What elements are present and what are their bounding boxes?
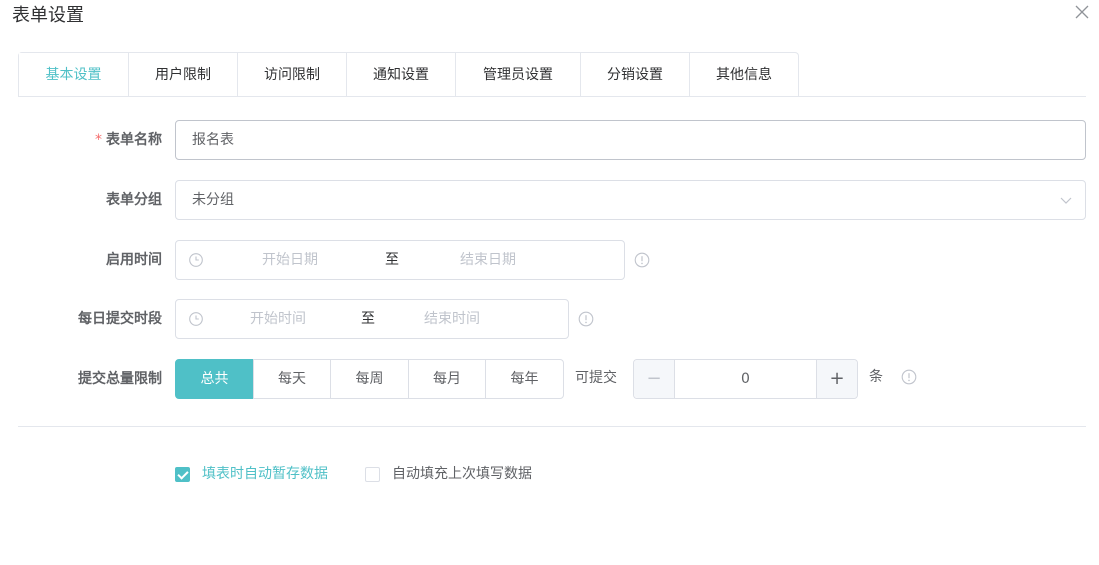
increment-button[interactable]: +: [816, 360, 857, 398]
tab-other-info[interactable]: 其他信息: [689, 53, 798, 97]
tab-basic-settings[interactable]: 基本设置: [19, 53, 128, 98]
form-name-label: * 表单名称: [12, 120, 162, 160]
info-icon[interactable]: [578, 311, 594, 327]
tabs-divider: [18, 96, 1086, 97]
submit-limit-label: 提交总量限制: [78, 371, 162, 387]
tab-access-limits[interactable]: 访问限制: [237, 53, 346, 97]
autofill-label: 自动填充上次填写数据: [392, 466, 532, 482]
end-time-input[interactable]: 结束时间: [424, 300, 480, 338]
dialog-title: 表单设置: [12, 5, 84, 26]
settings-tabs: 基本设置 用户限制 访问限制 通知设置 管理员设置 分销设置 其他信息: [18, 52, 799, 98]
chevron-down-icon: [1060, 197, 1072, 204]
required-mark: *: [95, 132, 102, 148]
daily-time-range-picker[interactable]: 开始时间 至 结束时间: [175, 299, 569, 339]
range-separator: 至: [385, 252, 399, 268]
info-icon[interactable]: [634, 252, 650, 268]
end-date-input[interactable]: 结束日期: [460, 241, 516, 279]
autofill-checkbox[interactable]: 自动填充上次填写数据: [365, 465, 532, 483]
checkbox-unchecked[interactable]: [365, 466, 380, 482]
start-date-input[interactable]: 开始日期: [262, 241, 318, 279]
section-divider: [18, 426, 1086, 427]
clock-icon: [189, 253, 203, 267]
tab-user-limits[interactable]: 用户限制: [128, 53, 237, 97]
limit-period-group: 总共 每天 每周 每月 每年: [175, 359, 564, 399]
info-icon[interactable]: [901, 369, 917, 385]
limit-option-daily[interactable]: 每天: [253, 359, 331, 399]
submit-unit-text: 条: [869, 369, 883, 385]
submit-prefix-text: 可提交: [575, 370, 617, 386]
tab-notification-settings[interactable]: 通知设置: [346, 53, 455, 97]
autosave-label: 填表时自动暂存数据: [202, 466, 328, 482]
enable-date-range-picker[interactable]: 开始日期 至 结束日期: [175, 240, 625, 280]
tab-admin-settings[interactable]: 管理员设置: [455, 53, 580, 97]
limit-option-yearly[interactable]: 每年: [485, 359, 564, 399]
daily-period-label: 每日提交时段: [78, 311, 162, 327]
form-name-input[interactable]: 报名表: [175, 120, 1086, 160]
submit-count-stepper[interactable]: − 0 +: [633, 359, 858, 399]
close-icon[interactable]: [1073, 3, 1091, 21]
decrement-button[interactable]: −: [634, 360, 675, 398]
tab-distribution-settings[interactable]: 分销设置: [580, 53, 689, 97]
limit-option-total[interactable]: 总共: [175, 359, 254, 399]
form-group-label: 表单分组: [106, 192, 162, 208]
clock-icon: [189, 312, 203, 326]
checkbox-checked[interactable]: [175, 466, 190, 482]
start-time-input[interactable]: 开始时间: [250, 300, 306, 338]
form-name-label-text: 表单名称: [106, 132, 162, 148]
autosave-checkbox[interactable]: 填表时自动暂存数据: [175, 465, 328, 483]
enable-time-label: 启用时间: [106, 252, 162, 268]
form-group-select[interactable]: 未分组: [175, 180, 1086, 220]
submit-count-value[interactable]: 0: [675, 360, 816, 398]
limit-option-weekly[interactable]: 每周: [330, 359, 409, 399]
limit-option-monthly[interactable]: 每月: [408, 359, 486, 399]
form-group-value: 未分组: [192, 192, 234, 208]
range-separator: 至: [361, 311, 375, 327]
